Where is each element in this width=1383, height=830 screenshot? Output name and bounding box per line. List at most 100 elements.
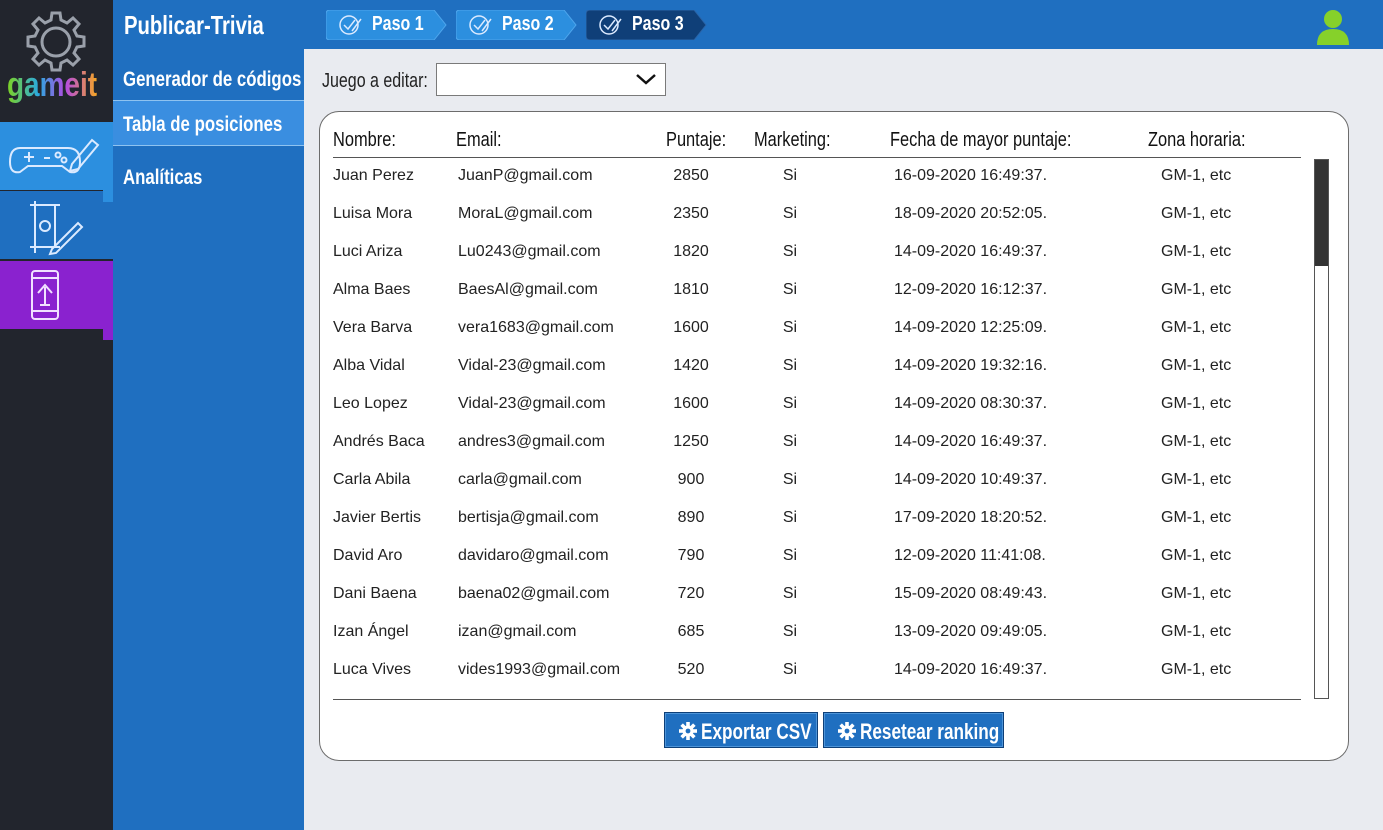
column-header-email: Email:	[456, 129, 502, 152]
scrollbar-thumb[interactable]	[1315, 160, 1328, 266]
rail-item-design[interactable]	[0, 191, 113, 259]
table-row[interactable]: Alma BaesBaesAl@gmail.com1810Si12-09-202…	[320, 273, 1310, 311]
user-avatar-icon[interactable]	[1317, 9, 1349, 45]
cell-tz: GM-1, etc	[1161, 623, 1231, 641]
gamepad-pencil-icon	[0, 122, 113, 190]
leaderboard-panel: Nombre: Email: Puntaje: Marketing: Fecha…	[319, 111, 1349, 761]
checklist-icon	[468, 14, 494, 36]
table-row[interactable]: Izan Ángelizan@gmail.com685Si13-09-2020 …	[320, 615, 1310, 653]
rail-item-game-editor[interactable]	[0, 122, 113, 190]
sidebar-item-label: Generador de códigos	[123, 68, 301, 92]
cell-email: JuanP@gmail.com	[458, 167, 593, 185]
svg-text:gameit: gameit	[7, 66, 97, 104]
cell-name: Andrés Baca	[333, 433, 425, 451]
sidebar-item-leaderboard[interactable]: Tabla de posiciones	[113, 100, 304, 146]
table-row[interactable]: David Arodavidaro@gmail.com790Si12-09-20…	[320, 539, 1310, 577]
cell-marketing: Si	[775, 623, 805, 641]
table-row[interactable]: Luisa MoraMoraL@gmail.com2350Si18-09-202…	[320, 197, 1310, 235]
cell-score: 1600	[665, 319, 717, 337]
export-csv-button[interactable]: Exportar CSV	[664, 712, 818, 748]
cell-name: Izan Ángel	[333, 623, 409, 641]
cell-score: 1250	[665, 433, 717, 451]
cell-marketing: Si	[775, 281, 805, 299]
table-row[interactable]: Leo LopezVidal-23@gmail.com1600Si14-09-2…	[320, 387, 1310, 425]
cell-date: 15-09-2020 08:49:43.	[894, 585, 1047, 603]
table-row[interactable]: Carla Abilacarla@gmail.com900Si14-09-202…	[320, 463, 1310, 501]
sidebar: Publicar-Trivia Generador de códigos Tab…	[113, 0, 304, 830]
cell-marketing: Si	[775, 433, 805, 451]
cell-date: 17-09-2020 18:20:52.	[894, 509, 1047, 527]
cell-email: vera1683@gmail.com	[458, 319, 614, 337]
cell-date: 14-09-2020 19:32:16.	[894, 357, 1047, 375]
cell-marketing: Si	[775, 395, 805, 413]
table-row[interactable]: Javier Bertis bertisja@gmail.com 890 Si 17-0…	[320, 501, 1310, 539]
cell-name: Leo Lopez	[333, 395, 408, 413]
cell-marketing: Si	[775, 357, 805, 375]
cell-score: 1420	[665, 357, 717, 375]
table-row[interactable]: Luca Vivesvides1993@gmail.com520Si14-09-…	[320, 653, 1310, 691]
sidebar-item-code-generator[interactable]: Generador de códigos	[113, 56, 304, 102]
cell-tz: GM-1, etc	[1161, 205, 1231, 223]
cell-tz: GM-1, etc	[1161, 661, 1231, 679]
cell-score: 720	[665, 585, 717, 603]
cell-name: David Aro	[333, 547, 402, 565]
table-row[interactable]: Alba VidalVidal-23@gmail.com1420Si14-09-…	[320, 349, 1310, 387]
table-row[interactable]: Juan PerezJuanP@gmail.com2850Si16-09-202…	[320, 159, 1310, 197]
cell-email: andres3@gmail.com	[458, 433, 605, 451]
cell-marketing: Si	[775, 319, 805, 337]
column-header-name: Nombre:	[333, 129, 396, 152]
cell-marketing: Si	[775, 547, 805, 565]
column-header-score: Puntaje:	[666, 129, 726, 152]
game-select[interactable]	[436, 63, 666, 96]
step-label: Paso 3	[632, 13, 684, 36]
cell-score: 685	[665, 623, 717, 641]
design-ruler-icon	[0, 191, 113, 259]
cell-name: Alma Baes	[333, 281, 410, 299]
cell-score: 890	[665, 509, 717, 527]
rail-notch	[103, 188, 113, 202]
cell-marketing: Si	[775, 585, 805, 603]
table-row[interactable]: Andrés Baca andres3@gmail.com 1250 Si 14-09-…	[320, 425, 1310, 463]
cell-tz: GM-1, etc	[1161, 167, 1231, 185]
cell-date: 12-09-2020 16:12:37.	[894, 281, 1047, 299]
cell-email: bertisja@gmail.com	[458, 509, 599, 527]
table-row[interactable]: Dani Baenabaena02@gmail.com720Si15-09-20…	[320, 577, 1310, 615]
cell-date: 14-09-2020 16:49:37.	[894, 243, 1047, 261]
rail-notch	[103, 326, 113, 340]
cell-name: Juan Perez	[333, 167, 414, 185]
button-label: Resetear ranking	[860, 719, 999, 745]
cell-name: Luca Vives	[333, 661, 411, 679]
cell-tz: GM-1, etc	[1161, 357, 1231, 375]
cell-score: 1600	[665, 395, 717, 413]
cell-date: 14-09-2020 16:49:37.	[894, 433, 1047, 451]
phone-upload-icon	[0, 261, 113, 329]
table-row[interactable]: Vera Barvavera1683@gmail.com1600Si14-09-…	[320, 311, 1310, 349]
icon-rail: gameit	[0, 0, 113, 830]
checklist-icon	[338, 14, 364, 36]
scrollbar[interactable]	[1314, 159, 1329, 699]
cell-name: Carla Abila	[333, 471, 410, 489]
reset-ranking-button[interactable]: Resetear ranking	[823, 712, 1004, 748]
step-label: Paso 1	[372, 13, 424, 36]
cell-marketing: Si	[775, 509, 805, 527]
cell-date: 14-09-2020 16:49:37.	[894, 661, 1047, 679]
table-row[interactable]: Luci ArizaLu0243@gmail.com1820Si14-09-20…	[320, 235, 1310, 273]
cell-tz: GM-1, etc	[1161, 281, 1231, 299]
cell-email: Lu0243@gmail.com	[458, 243, 601, 261]
rail-item-publish[interactable]	[0, 261, 113, 329]
cell-name: Javier Bertis	[333, 509, 421, 527]
cell-email: davidaro@gmail.com	[458, 547, 609, 565]
cell-marketing: Si	[775, 243, 805, 261]
cell-email: Vidal-23@gmail.com	[458, 395, 606, 413]
sidebar-item-label: Analíticas	[123, 166, 202, 190]
cell-email: izan@gmail.com	[458, 623, 577, 641]
cell-date: 14-09-2020 10:49:37.	[894, 471, 1047, 489]
cell-date: 18-09-2020 20:52:05.	[894, 205, 1047, 223]
chevron-down-icon	[635, 72, 657, 86]
cell-name: Dani Baena	[333, 585, 417, 603]
sidebar-item-analytics[interactable]: Analíticas	[113, 154, 304, 200]
cell-tz: GM-1, etc	[1161, 433, 1231, 451]
cell-email: MoraL@gmail.com	[458, 205, 593, 223]
cell-email: Vidal-23@gmail.com	[458, 357, 606, 375]
cell-score: 2850	[665, 167, 717, 185]
